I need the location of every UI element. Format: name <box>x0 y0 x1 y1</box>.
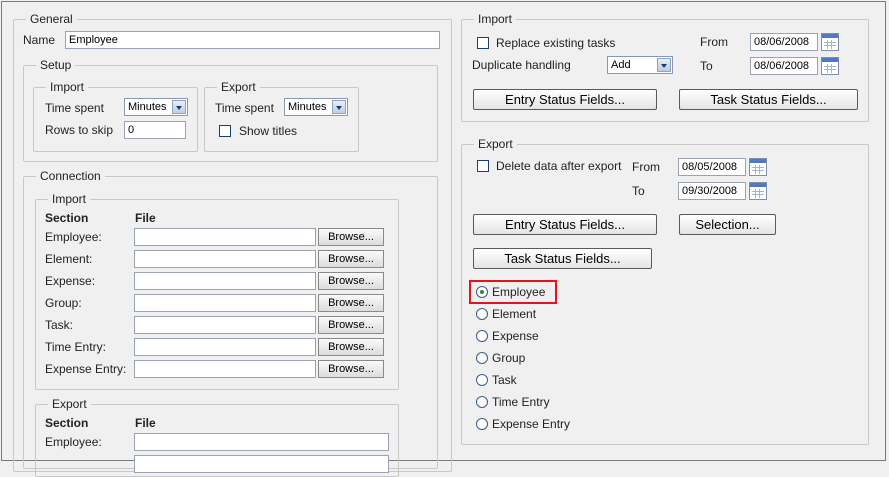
import-section-task: Task: <box>45 318 74 332</box>
import-file-time-entry-input[interactable] <box>134 338 316 356</box>
name-input[interactable]: Employee <box>65 31 440 49</box>
import-section-expense-entry: Expense Entry: <box>45 362 127 376</box>
import-file-task-input[interactable] <box>134 316 316 334</box>
chevron-down-icon <box>332 100 346 114</box>
import-to-label: To <box>700 59 713 73</box>
browse-expense-button[interactable]: Browse... <box>318 272 384 290</box>
import-entry-status-button[interactable]: Entry Status Fields... <box>473 89 657 110</box>
radio-element[interactable] <box>476 308 488 320</box>
export-section-header: Section <box>45 416 89 430</box>
browse-group-button[interactable]: Browse... <box>318 294 384 312</box>
calendar-icon[interactable] <box>821 33 839 51</box>
import-time-spent-label: Time spent <box>45 101 104 115</box>
export-from-input[interactable]: 08/05/2008 <box>678 158 746 176</box>
radio-expense-entry[interactable] <box>476 418 488 430</box>
import-legend: Import <box>478 12 513 26</box>
selection-button[interactable]: Selection... <box>679 214 776 235</box>
export-from-label: From <box>632 160 660 174</box>
chevron-down-icon <box>657 58 671 72</box>
import-file-group-input[interactable] <box>134 294 316 312</box>
import-from-label: From <box>700 35 728 49</box>
export-to-input[interactable]: 09/30/2008 <box>678 182 746 200</box>
radio-label-time-entry[interactable]: Time Entry <box>492 395 550 409</box>
replace-tasks-checkbox[interactable] <box>477 37 489 49</box>
radio-label-expense[interactable]: Expense <box>492 329 539 343</box>
connection-export-legend: Export <box>52 397 87 411</box>
import-time-spent-value: Minutes <box>128 101 167 113</box>
import-section-group: Group: <box>45 296 82 310</box>
export-time-spent-value: Minutes <box>288 101 327 113</box>
browse-element-button[interactable]: Browse... <box>318 250 384 268</box>
export-section-employee: Employee: <box>45 435 102 449</box>
setup-import-legend: Import <box>50 80 85 94</box>
duplicate-handling-value: Add <box>611 59 631 71</box>
import-section-expense: Expense: <box>45 274 96 288</box>
export-legend: Export <box>478 137 513 151</box>
export-task-status-button[interactable]: Task Status Fields... <box>473 248 652 269</box>
browse-expense-entry-button[interactable]: Browse... <box>318 360 384 378</box>
import-task-status-button[interactable]: Task Status Fields... <box>679 89 858 110</box>
radio-expense[interactable] <box>476 330 488 342</box>
radio-task[interactable] <box>476 374 488 386</box>
delete-after-export-label: Delete data after export <box>496 159 622 173</box>
connection-import-legend: Import <box>52 192 87 206</box>
replace-tasks-label: Replace existing tasks <box>496 36 616 50</box>
calendar-icon[interactable] <box>749 182 767 200</box>
import-section-employee: Employee: <box>45 230 102 244</box>
export-entry-status-button[interactable]: Entry Status Fields... <box>473 214 657 235</box>
duplicate-handling-label: Duplicate handling <box>472 58 571 72</box>
import-time-spent-select[interactable]: Minutes <box>124 98 188 116</box>
export-file-employee-input[interactable] <box>134 433 389 451</box>
name-label: Name <box>23 33 56 47</box>
import-file-expense-input[interactable] <box>134 272 316 290</box>
radio-label-group[interactable]: Group <box>492 351 525 365</box>
setup-legend: Setup <box>40 58 72 72</box>
radio-employee[interactable] <box>476 286 488 298</box>
radio-label-expense-entry[interactable]: Expense Entry <box>492 417 570 431</box>
import-section-element: Element: <box>45 252 93 266</box>
import-file-header: File <box>135 211 156 225</box>
browse-task-button[interactable]: Browse... <box>318 316 384 334</box>
export-time-spent-label: Time spent <box>215 101 274 115</box>
general-legend: General <box>30 12 73 26</box>
setup-export-legend: Export <box>221 80 256 94</box>
radio-time-entry[interactable] <box>476 396 488 408</box>
rows-to-skip-label: Rows to skip <box>45 123 114 137</box>
connection-legend: Connection <box>40 169 101 183</box>
import-section-time-entry: Time Entry: <box>45 340 106 354</box>
rows-to-skip-input[interactable]: 0 <box>124 121 186 139</box>
import-to-input[interactable]: 08/06/2008 <box>750 57 818 75</box>
show-titles-label: Show titles <box>239 124 298 138</box>
import-section-header: Section <box>45 211 89 225</box>
import-file-element-input[interactable] <box>134 250 316 268</box>
export-to-label: To <box>632 184 645 198</box>
setup-import-group: Import <box>33 80 198 152</box>
radio-label-element[interactable]: Element <box>492 307 536 321</box>
import-from-input[interactable]: 08/06/2008 <box>750 33 818 51</box>
export-time-spent-select[interactable]: Minutes <box>284 98 348 116</box>
duplicate-handling-select[interactable]: Add <box>607 56 673 74</box>
import-file-employee-input[interactable] <box>134 228 316 246</box>
calendar-icon[interactable] <box>821 57 839 75</box>
delete-after-export-checkbox[interactable] <box>477 160 489 172</box>
calendar-icon[interactable] <box>749 158 767 176</box>
chevron-down-icon <box>172 100 186 114</box>
export-file-next-input[interactable] <box>134 455 389 473</box>
browse-employee-button[interactable]: Browse... <box>318 228 384 246</box>
radio-group[interactable] <box>476 352 488 364</box>
import-file-expense-entry-input[interactable] <box>134 360 316 378</box>
show-titles-checkbox[interactable] <box>219 125 231 137</box>
radio-label-task[interactable]: Task <box>492 373 517 387</box>
browse-time-entry-button[interactable]: Browse... <box>318 338 384 356</box>
setup-export-group: Export <box>204 80 359 152</box>
radio-label-employee[interactable]: Employee <box>492 285 545 299</box>
export-file-header: File <box>135 416 156 430</box>
